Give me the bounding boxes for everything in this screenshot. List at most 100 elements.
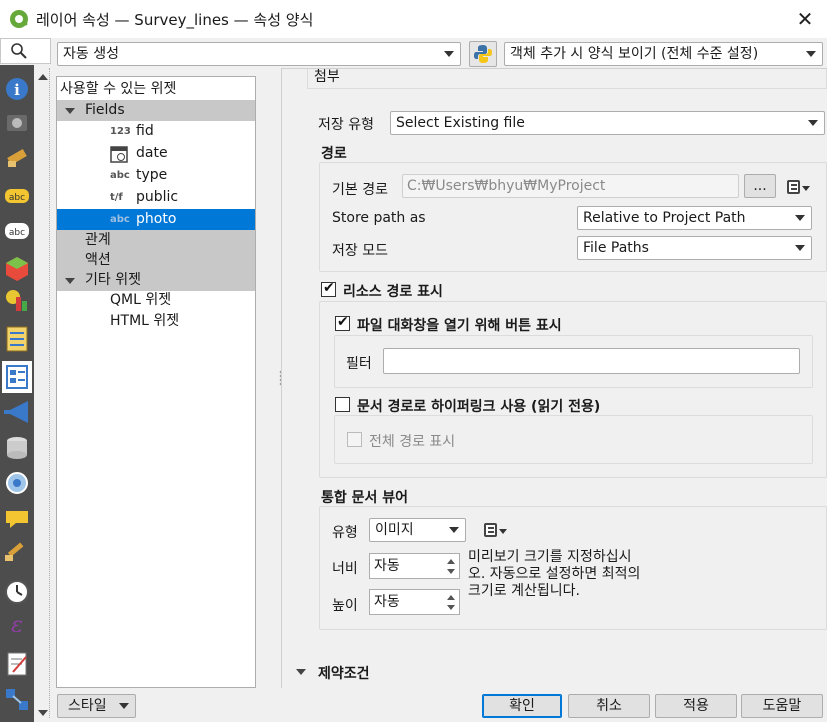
tree-item-fid[interactable]: 123 fid	[57, 121, 255, 142]
tree-item-fields[interactable]: Fields	[57, 100, 255, 121]
full-path-checkbox[interactable]	[347, 432, 362, 447]
show-button-label: 파일 대화창을 열기 위해 버튼 표시	[357, 318, 562, 334]
diagrams-icon	[6, 290, 27, 311]
default-path-field[interactable]: C:₩Users₩bhyu₩MyProject	[402, 174, 739, 198]
search-input[interactable]	[0, 38, 51, 64]
joins-icon	[4, 401, 28, 423]
filter-label: 필터	[346, 356, 372, 372]
default-path-label: 기본 경로	[332, 182, 388, 198]
svg-text:abc: abc	[9, 228, 25, 238]
hyperlink-checkbox[interactable]	[335, 397, 350, 412]
tree-item-label: fid	[136, 123, 154, 139]
tree-item-other-widgets[interactable]: 기타 위젯	[57, 270, 255, 291]
information-icon: i	[6, 78, 28, 100]
show-resource-path-checkbox[interactable]	[321, 280, 336, 297]
tree-item-type[interactable]: abc type	[57, 165, 255, 186]
source-icon	[7, 115, 27, 131]
width-label: 너비	[332, 561, 358, 577]
tree-item-label: HTML 위젯	[110, 313, 180, 329]
search-icon	[11, 43, 27, 59]
svg-text:i: i	[14, 81, 20, 99]
variables-icon: ε	[11, 613, 23, 638]
layout-type-value: 자동 생성	[63, 46, 119, 62]
qgis-logo-icon	[10, 10, 28, 28]
dependencies-icon	[6, 689, 28, 710]
integer-type-icon: 123	[110, 126, 131, 137]
size-hint-text: 미리보기 크기를 지정하십시오. 자동으로 설정하면 최적의 크기로 계산됩니다…	[468, 549, 641, 599]
store-path-as-value: Relative to Project Path	[583, 210, 746, 226]
constraints-header[interactable]: 제약조건	[282, 657, 827, 687]
tree-item-relations[interactable]: 관계	[57, 230, 255, 251]
tree-item-label: public	[136, 189, 179, 205]
layout-type-combo[interactable]: 자동 생성	[57, 42, 461, 66]
attachment-title: 첨부	[314, 69, 340, 85]
hyperlink-label: 문서 경로로 하이퍼링크 사용 (읽기 전용)	[357, 399, 601, 415]
storage-type-combo[interactable]: Select Existing file	[390, 111, 825, 135]
height-label: 높이	[332, 598, 358, 614]
boolean-type-icon: t/f	[110, 192, 123, 203]
form-suppress-value: 객체 추가 시 양식 보이기 (전체 수준 설정)	[510, 46, 759, 62]
apply-button[interactable]: 적용	[655, 694, 737, 718]
help-button[interactable]: 도움말	[741, 694, 823, 718]
close-button[interactable]: ✕	[790, 4, 820, 34]
sidebar-scroll-down[interactable]	[36, 706, 50, 720]
masks-icon: abc	[5, 223, 29, 239]
available-widgets-tree[interactable]: 사용할 수 있는 위젯 Fields 123 fid date abc type…	[56, 76, 256, 688]
width-spinbox[interactable]: 자동	[369, 553, 460, 579]
svg-text:ε: ε	[11, 613, 23, 638]
path-section-title: 경로	[321, 146, 347, 162]
tree-item-photo[interactable]: abc photo	[57, 209, 255, 230]
widget-config-panel: 첨부 저장 유형 Select Existing file 경로 기본 경로 C…	[281, 68, 827, 688]
attributes-form-icon	[2, 361, 32, 393]
storage-mode-value: File Paths	[583, 240, 649, 256]
tree-item-label: photo	[136, 211, 177, 227]
store-path-as-combo[interactable]: Relative to Project Path	[577, 206, 812, 230]
storage-mode-label: 저장 모드	[332, 243, 388, 259]
tree-item-label: QML 위젯	[110, 292, 172, 308]
storage-mode-combo[interactable]: File Paths	[577, 236, 812, 260]
form-suppress-combo[interactable]: 객체 추가 시 양식 보이기 (전체 수준 설정)	[504, 42, 823, 66]
filter-input[interactable]	[383, 348, 800, 374]
browse-button[interactable]: ...	[744, 174, 776, 198]
chevron-down-icon[interactable]	[296, 669, 306, 675]
chevron-down-icon[interactable]	[65, 278, 75, 284]
ok-button[interactable]: 확인	[482, 694, 562, 718]
storage-type-label: 저장 유형	[318, 117, 374, 133]
tree-item-public[interactable]: t/f public	[57, 187, 255, 208]
tree-item-qml-widget[interactable]: QML 위젯	[57, 290, 255, 311]
viewer-section-title: 통합 문서 뷰어	[321, 490, 409, 506]
fields-icon	[6, 326, 28, 352]
data-defined-override-button[interactable]	[787, 178, 810, 196]
title-bar: 레이어 속성 — Survey_lines — 속성 양식 ✕	[0, 0, 827, 38]
viewer-type-combo[interactable]: 이미지	[369, 518, 466, 542]
constraints-title: 제약조건	[318, 666, 370, 682]
tree-item-label: 기타 위젯	[85, 272, 141, 288]
tree-item-label: type	[136, 167, 168, 183]
height-spinbox[interactable]: 자동	[369, 589, 460, 615]
display-icon	[6, 511, 28, 528]
show-button-checkbox[interactable]	[335, 314, 350, 331]
tree-item-date[interactable]: date	[57, 143, 255, 164]
tree-item-actions[interactable]: 액션	[57, 250, 255, 271]
calendar-icon	[110, 146, 128, 163]
sidebar-scroll-up[interactable]	[36, 70, 50, 84]
chevron-down-icon[interactable]	[65, 108, 75, 114]
3d-view-icon	[6, 257, 28, 281]
store-path-as-label: Store path as	[332, 210, 426, 226]
tree-item-label: Fields	[85, 102, 125, 118]
tree-item-html-widget[interactable]: HTML 위젯	[57, 311, 255, 332]
cancel-button[interactable]: 취소	[568, 694, 650, 718]
string-type-icon: abc	[110, 170, 130, 181]
viewer-data-defined-button[interactable]	[484, 521, 507, 539]
string-type-icon: abc	[110, 214, 130, 225]
show-resource-path-label: 리소스 경로 표시	[343, 284, 443, 300]
height-value: 자동	[374, 594, 400, 610]
style-menu-button[interactable]: 스타일	[57, 694, 136, 718]
symbology-icon	[7, 149, 27, 167]
tree-item-label: 액션	[85, 252, 111, 268]
style-button-label: 스타일	[68, 698, 107, 714]
storage-type-value: Select Existing file	[396, 115, 525, 131]
python-init-button[interactable]	[469, 41, 497, 67]
attachment-header: 첨부	[307, 69, 827, 89]
sidebar-icons: i abc abc ε	[2, 78, 32, 710]
